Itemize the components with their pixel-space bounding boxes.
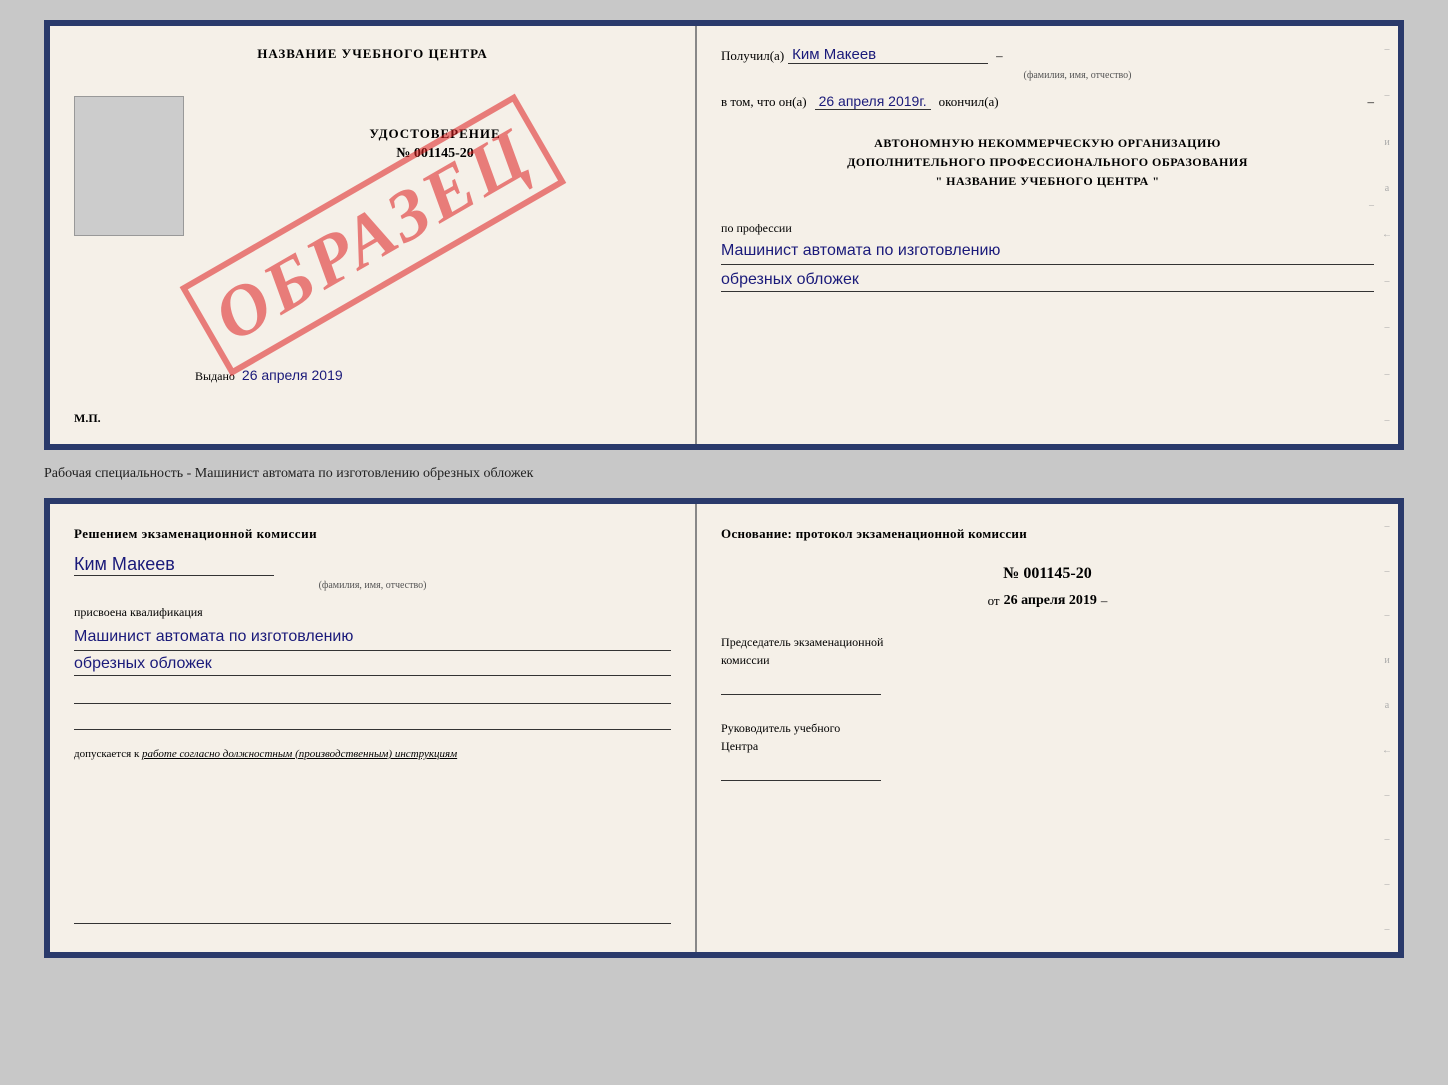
date-prefix: от	[988, 593, 1000, 609]
poluchil-label: Получил(а)	[721, 48, 784, 64]
dopusk-value: работе согласно должностным (производств…	[142, 748, 457, 760]
dopusk-text: допускается к работе согласно должностны…	[74, 746, 671, 763]
rukov-label-line2: Центра	[721, 737, 1374, 755]
exam-name-sublabel: (фамилия, имя, отчество)	[74, 580, 671, 591]
photo-placeholder	[74, 96, 184, 236]
cert-poluchil-line: Получил(а) Ким Макеев –	[721, 46, 1374, 64]
blank-line-2	[74, 712, 671, 730]
rukov-label-line1: Руководитель учебного	[721, 719, 1374, 737]
exam-title: Решением экзаменационной комиссии	[74, 524, 671, 544]
poluchil-value: Ким Макеев	[788, 46, 988, 64]
org-line2: ДОПОЛНИТЕЛЬНОГО ПРОФЕССИОНАЛЬНОГО ОБРАЗО…	[721, 153, 1374, 172]
dash2: –	[1367, 94, 1374, 110]
org-block: АВТОНОМНУЮ НЕКОММЕРЧЕСКУЮ ОРГАНИЗАЦИЮ ДО…	[721, 134, 1374, 192]
rukov-label: Руководитель учебного Центра	[721, 719, 1374, 755]
cert-right-panel: Получил(а) Ким Макеев – (фамилия, имя, о…	[697, 26, 1398, 444]
qualif-label: присвоена квалификация	[74, 605, 671, 620]
exam-right-panel: Основание: протокол экзаменационной коми…	[697, 504, 1398, 952]
vtom-date: 26 апреля 2019г.	[815, 93, 931, 110]
profession-value1: Машинист автомата по изготовлению	[721, 240, 1374, 265]
vtom-label: в том, что он(а)	[721, 94, 807, 110]
blank-line-3	[74, 906, 671, 924]
chair-sig-line	[721, 677, 881, 695]
cert-school-title: НАЗВАНИЕ УЧЕБНОГО ЦЕНТРА	[74, 46, 671, 62]
document-container: НАЗВАНИЕ УЧЕБНОГО ЦЕНТРА УДОСТОВЕРЕНИЕ №…	[44, 20, 1404, 958]
chair-label-line2: комиссии	[721, 651, 1374, 669]
between-text: Рабочая специальность - Машинист автомат…	[44, 462, 1404, 486]
rukov-block: Руководитель учебного Центра	[721, 719, 1374, 785]
udost-block: УДОСТОВЕРЕНИЕ № 001145-20	[195, 126, 675, 168]
dash3: –	[1369, 200, 1374, 211]
exam-name-value: Ким Макеев	[74, 554, 274, 576]
org-line1: АВТОНОМНУЮ НЕКОММЕРЧЕСКУЮ ОРГАНИЗАЦИЮ	[721, 134, 1374, 153]
okончил-label: окончил(а)	[939, 94, 999, 110]
exam-right-margin-dashes: – – – и а ← – – – –	[1376, 504, 1398, 952]
vydano-prefix: Выдано	[195, 369, 235, 383]
certificate-document: НАЗВАНИЕ УЧЕБНОГО ЦЕНТРА УДОСТОВЕРЕНИЕ №…	[44, 20, 1404, 450]
org-line3: " НАЗВАНИЕ УЧЕБНОГО ЦЕНТРА "	[721, 172, 1374, 191]
dopusk-label: допускается к	[74, 748, 139, 760]
exam-left-panel: Решением экзаменационной комиссии Ким Ма…	[50, 504, 697, 952]
fio-sublabel: (фамилия, имя, отчество)	[781, 70, 1374, 81]
qualif-value2: обрезных обложек	[74, 655, 671, 676]
chair-block: Председатель экзаменационной комиссии	[721, 633, 1374, 699]
rukov-sig-line	[721, 763, 881, 781]
chair-label-line1: Председатель экзаменационной	[721, 633, 1374, 651]
exam-right-title: Основание: протокол экзаменационной коми…	[721, 524, 1374, 545]
vydano-line: Выдано 26 апреля 2019	[195, 367, 343, 384]
exam-right-number: № 001145-20	[721, 565, 1374, 583]
vtom-line: в том, что он(а) 26 апреля 2019г. окончи…	[721, 93, 1374, 110]
chair-label: Председатель экзаменационной комиссии	[721, 633, 1374, 669]
udost-number: № 001145-20	[195, 146, 675, 162]
exam-document: Решением экзаменационной комиссии Ким Ма…	[44, 498, 1404, 958]
blank-line-1	[74, 686, 671, 704]
profession-value2: обрезных обложек	[721, 271, 1374, 292]
vydano-date: 26 апреля 2019	[242, 367, 343, 383]
qualif-value1: Машинист автомата по изготовлению	[74, 626, 671, 651]
org-dash-row: –	[721, 200, 1374, 211]
cert-left-panel: НАЗВАНИЕ УЧЕБНОГО ЦЕНТРА УДОСТОВЕРЕНИЕ №…	[50, 26, 697, 444]
exam-name-row: Ким Макеев	[74, 554, 671, 578]
date-value: 26 апреля 2019	[1004, 593, 1097, 609]
mp-label: М.П.	[74, 411, 101, 426]
date-dash: –	[1101, 593, 1108, 609]
profession-label: по профессии	[721, 221, 1374, 236]
udost-label: УДОСТОВЕРЕНИЕ	[195, 126, 675, 142]
exam-right-date: от 26 апреля 2019 –	[721, 593, 1374, 609]
dash1: –	[996, 48, 1003, 64]
right-margin-dashes: – – и а ← – – – –	[1376, 26, 1398, 444]
